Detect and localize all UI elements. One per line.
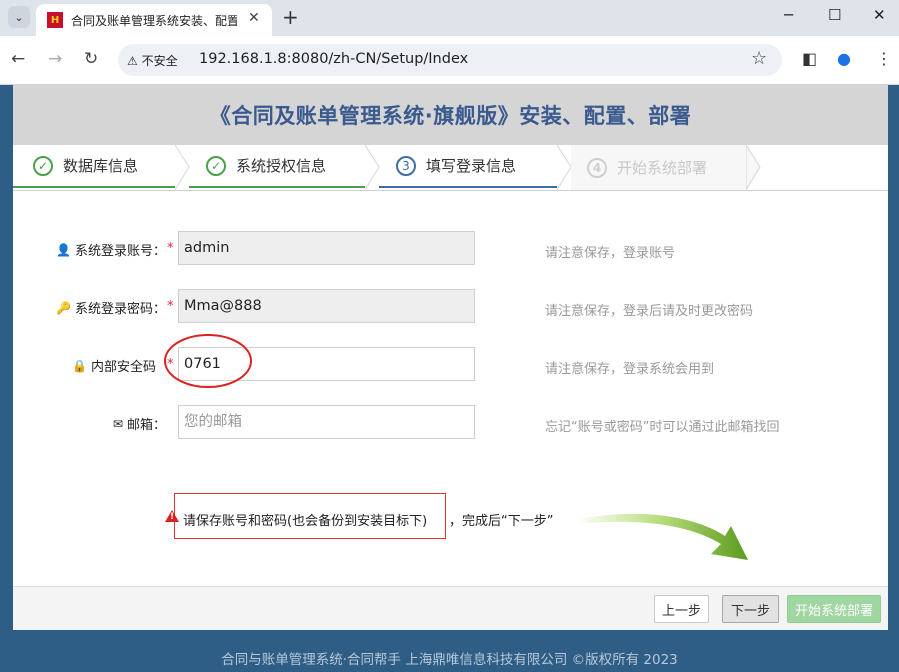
next-button[interactable]: 下一步 [722,595,779,623]
password-label: 🔑 系统登录密码： [56,300,166,318]
warning-suffix: ，完成后“下一步” [449,514,554,529]
step-1: ✓ 数据库信息 [13,145,175,188]
action-bar: 上一步 下一步 开始系统部署 [13,586,888,630]
reload-icon[interactable]: ↻ [84,49,98,69]
user-icon: 👤 [56,242,71,257]
minimize-icon[interactable]: ─ [784,6,793,24]
step-wizard: ✓ 数据库信息 ✓ 系统授权信息 3 填写登录信息 4 开始系统部署 [13,145,888,191]
password-input[interactable] [178,289,475,323]
step-number: 4 [587,157,607,178]
forward-icon[interactable]: → [48,49,62,69]
browser-tab[interactable]: H 合同及账单管理系统安装、配置 ✕ [36,4,272,36]
step-label: 开始系统部署 [617,159,708,177]
check-icon: ✓ [33,155,53,176]
browser-tab-bar: ⌄ H 合同及账单管理系统安装、配置 ✕ + ─ ☐ ✕ [0,0,899,36]
step-label: 数据库信息 [63,157,139,175]
setup-panel: 《合同及账单管理系统·旗舰版》安装、配置、部署 ✓ 数据库信息 ✓ 系统授权信息… [13,85,888,630]
back-icon[interactable]: ← [11,49,25,69]
arrow-icon [575,513,748,560]
start-deploy-button[interactable]: 开始系统部署 [787,595,881,623]
annotation-circle [164,334,252,388]
account-input[interactable] [178,231,475,265]
email-row: ✉邮箱： 忘记“账号或密码”时可以通过此邮箱找回 [13,405,888,441]
step-number: 3 [396,155,416,176]
account-label: 👤 系统登录账号： [56,242,166,260]
setup-header: 《合同及账单管理系统·旗舰版》安装、配置、部署 [13,85,888,145]
email-input[interactable] [178,405,475,439]
chevron-down-icon: ⌄ [14,10,24,24]
security-code-row: 🔒内部安全码 * 请注意保存，登录系统会用到 [13,347,888,383]
security-indicator[interactable]: ⚠ 不安全 [127,52,178,69]
step-2: ✓ 系统授权信息 [189,145,365,188]
email-label: ✉ 邮箱： [112,416,166,434]
warning-icon: ⚠ [127,54,138,68]
page-title: 《合同及账单管理系统·旗舰版》安装、配置、部署 [209,104,692,128]
security-code-label: 🔒 内部安全码 [72,358,156,376]
step-4: 4 开始系统部署 [571,145,746,190]
check-icon: ✓ [206,155,226,176]
email-hint: 忘记“账号或密码”时可以通过此邮箱找回 [545,420,780,435]
step-divider [746,145,761,190]
key-icon: 🔑 [56,300,71,315]
window-close-icon[interactable]: ✕ [873,6,886,24]
favicon: H [47,12,63,28]
tab-title: 合同及账单管理系统安装、配置 [71,14,237,28]
envelope-icon: ✉ [112,416,123,431]
password-hint: 请注意保存，登录后请及时更改密码 [545,304,754,319]
prev-button[interactable]: 上一步 [654,595,709,623]
security-code-hint: 请注意保存，登录系统会用到 [545,362,715,377]
required-mark: * [167,299,174,314]
lock-icon: 🔒 [72,358,87,373]
footer-copyright: 合同与账单管理系统·合同帮手 上海鼎唯信息科技有限公司 ©版权所有 2023 [221,652,678,668]
step-3: 3 填写登录信息 [379,145,557,188]
maximize-icon[interactable]: ☐ [828,6,841,24]
more-icon[interactable]: ⋮ [876,49,892,68]
sidebar-icon[interactable]: ◧ [802,49,817,68]
account-hint: 请注意保存，登录账号 [545,246,676,261]
required-mark: * [167,241,174,256]
security-label: 不安全 [141,54,178,68]
warning-text: 请保存账号和密码(也会备份到安装目标下) [183,514,428,529]
plus-icon[interactable]: + [282,5,299,29]
star-icon[interactable]: ☆ [751,48,767,69]
step-label: 系统授权信息 [236,157,327,175]
profile-icon[interactable]: ● [837,49,851,68]
url-text[interactable]: 192.168.1.8:8080/zh-CN/Setup/Index [199,51,468,67]
close-icon[interactable]: ✕ [248,10,260,26]
tab-search-button[interactable]: ⌄ [8,6,30,28]
account-row: 👤系统登录账号： * 请注意保存，登录账号 [13,231,888,267]
address-bar: ← → ↻ ⚠ 不安全 192.168.1.8:8080/zh-CN/Setup… [0,36,899,85]
step-label: 填写登录信息 [426,157,517,175]
omnibox[interactable]: ⚠ 不安全 192.168.1.8:8080/zh-CN/Setup/Index… [118,44,782,76]
password-row: 🔑系统登录密码： * 请注意保存，登录后请及时更改密码 [13,289,888,325]
